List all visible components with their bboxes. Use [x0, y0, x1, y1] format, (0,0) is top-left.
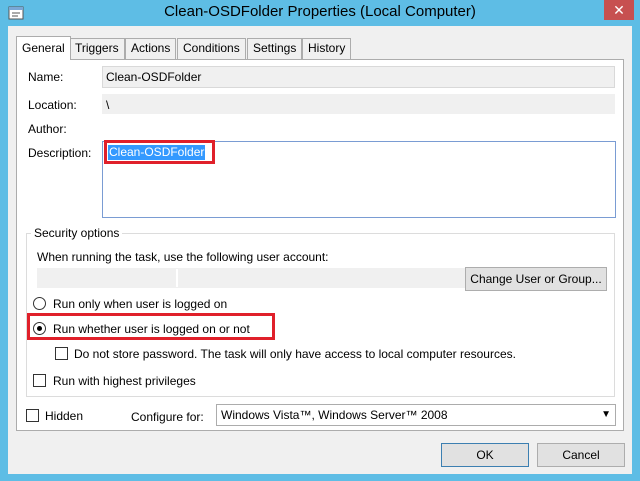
change-user-button[interactable]: Change User or Group... — [465, 267, 607, 291]
radio-run-logged-on[interactable] — [33, 297, 46, 310]
hidden-checkbox[interactable] — [26, 409, 39, 422]
window-title: Clean-OSDFolder Properties (Local Comput… — [164, 3, 476, 20]
cancel-button[interactable]: Cancel — [537, 443, 625, 467]
tab-triggers[interactable]: Triggers — [69, 38, 125, 59]
configure-for-value: Windows Vista™, Windows Server™ 2008 — [221, 408, 448, 422]
chevron-down-icon: ▼ — [601, 409, 611, 420]
location-field[interactable]: \ — [102, 94, 615, 114]
user-account-mask — [38, 269, 176, 287]
close-button[interactable]: ✕ — [604, 0, 634, 20]
highest-privileges-label[interactable]: Run with highest privileges — [53, 374, 196, 388]
ok-button[interactable]: OK — [441, 443, 529, 467]
tab-general[interactable]: General — [16, 36, 71, 60]
hidden-label[interactable]: Hidden — [45, 409, 83, 423]
user-account-field — [37, 268, 472, 288]
account-prompt: When running the task, use the following… — [37, 250, 329, 264]
user-account-value — [178, 269, 471, 287]
radio-run-logged-on-label[interactable]: Run only when user is logged on — [53, 297, 227, 311]
tab-settings[interactable]: Settings — [247, 38, 303, 59]
properties-window: Clean-OSDFolder Properties (Local Comput… — [0, 0, 640, 481]
location-label: Location: — [28, 98, 77, 112]
configure-for-label: Configure for: — [131, 410, 204, 424]
general-panel: Name: Clean-OSDFolder Location: \ Author… — [16, 59, 624, 431]
highlight-box-description — [104, 140, 215, 164]
security-options-title: Security options — [31, 226, 123, 240]
configure-for-select[interactable]: Windows Vista™, Windows Server™ 2008 ▼ — [216, 404, 616, 426]
tab-history[interactable]: History — [302, 38, 352, 59]
no-store-password-label[interactable]: Do not store password. The task will onl… — [74, 347, 516, 361]
author-label: Author: — [28, 122, 67, 136]
highlight-box-run-whether — [27, 313, 275, 340]
tab-actions[interactable]: Actions — [125, 38, 177, 59]
no-store-password-checkbox[interactable] — [55, 347, 68, 360]
highest-privileges-checkbox[interactable] — [33, 374, 46, 387]
name-label: Name: — [28, 70, 64, 84]
tab-conditions[interactable]: Conditions — [177, 38, 246, 59]
description-label: Description: — [28, 146, 92, 160]
dialog-client: General Triggers Actions Conditions Sett… — [8, 26, 632, 474]
close-icon: ✕ — [613, 2, 625, 18]
title-bar[interactable]: Clean-OSDFolder Properties (Local Comput… — [0, 0, 640, 26]
name-field[interactable]: Clean-OSDFolder — [102, 66, 615, 88]
